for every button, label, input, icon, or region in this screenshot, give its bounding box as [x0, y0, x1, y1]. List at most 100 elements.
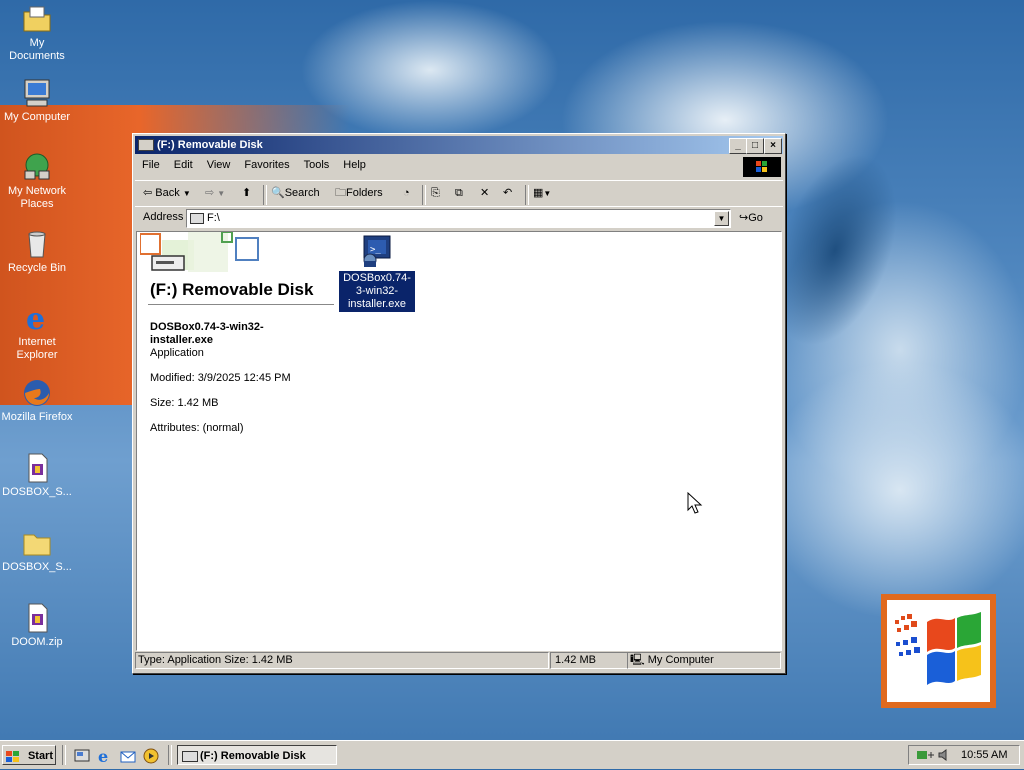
folders-icon: 🗀 [335, 187, 346, 199]
show-desktop-icon[interactable] [74, 748, 90, 764]
desktop-icon-label: Internet Explorer [16, 336, 58, 361]
toolbar-separator [422, 185, 426, 205]
desktop-icon-label: My Documents [9, 37, 65, 62]
start-button[interactable]: Start [2, 745, 56, 765]
views-button[interactable]: ▦▼ [533, 185, 551, 201]
menu-help[interactable]: Help [336, 156, 373, 174]
desktop-icon-label: DOSBOX_S... [2, 561, 72, 573]
status-details: Type: Application Size: 1.42 MB [135, 652, 549, 669]
webview-banner: (F:) Removable Disk [139, 231, 334, 305]
move-to-icon[interactable]: ⎘ [431, 185, 440, 201]
status-bar: Type: Application Size: 1.42 MB 1.42 MB … [135, 652, 783, 669]
desktop-icon-label: Mozilla Firefox [1, 411, 73, 423]
outlook-express-icon[interactable] [120, 748, 136, 764]
toolbar-separator [525, 185, 529, 205]
drive-icon [182, 751, 198, 762]
windows-flag-icon [895, 612, 981, 685]
back-arrow-icon: ⇦ [143, 187, 153, 199]
search-button[interactable]: 🔍Search [271, 185, 320, 201]
go-arrow-icon: ↪ [739, 212, 749, 224]
window-title: (F:) Removable Disk [157, 139, 263, 151]
selected-file-attributes: Attributes: (normal) [150, 422, 244, 434]
taskbar-button-removable-disk[interactable]: (F:) Removable Disk [177, 745, 337, 765]
minimize-button[interactable]: _ [729, 138, 747, 154]
taskbar-separator [62, 745, 66, 765]
wallpaper-cloud [760, 360, 1024, 620]
go-button[interactable]: ↪Go [739, 211, 763, 224]
go-label: Go [748, 212, 763, 224]
desktop-icon-my-computer[interactable]: My Computer [0, 77, 74, 124]
desktop-icon-dosbox-archive[interactable]: DOSBOX_S... [0, 452, 74, 499]
banner-title: (F:) Removable Disk [150, 280, 314, 299]
folder-icon [21, 527, 53, 559]
file-item-label: DOSBox0.74-3-win32-installer.exe [339, 271, 415, 312]
taskbar-separator [168, 745, 172, 765]
desktop-icon-my-documents[interactable]: My Documents [0, 3, 74, 63]
drive-icon [138, 139, 154, 151]
standard-toolbar: ⇦ Back ▼ ⇨ ▼ ⬆ 🔍Search 🗀Folders ◔ ⎘ ⧉ ✕ … [135, 180, 783, 205]
banner-divider [148, 304, 334, 305]
menu-bar: File Edit View Favorites Tools Help [135, 156, 783, 178]
banner-graphic [139, 231, 259, 272]
close-button[interactable]: × [764, 138, 782, 154]
desktop-icon-mozilla-firefox[interactable]: Mozilla Firefox [0, 377, 74, 424]
svg-text:e: e [26, 302, 45, 334]
menu-favorites[interactable]: Favorites [237, 156, 296, 174]
folder-documents-icon [21, 3, 53, 35]
menu-edit[interactable]: Edit [167, 156, 200, 174]
status-size: 1.42 MB [550, 652, 628, 669]
delete-icon[interactable]: ✕ [480, 185, 489, 201]
forward-button[interactable]: ⇨ ▼ [205, 185, 225, 201]
menu-file[interactable]: File [135, 156, 167, 174]
selected-file-size: Size: 1.42 MB [150, 397, 219, 409]
chevron-down-icon: ▼ [182, 189, 191, 198]
search-label: Search [284, 187, 320, 199]
explorer-window: (F:) Removable Disk _ □ × File Edit View Fa… [132, 133, 786, 674]
folder-view[interactable]: (F:) Removable Disk DOSBox0.74-3-win32-i… [136, 231, 782, 651]
menu-tools[interactable]: Tools [297, 156, 337, 174]
address-input[interactable]: F:\ ▼ [186, 209, 731, 228]
address-dropdown-button[interactable]: ▼ [714, 211, 729, 226]
computer-icon [21, 77, 53, 109]
desktop-icon-internet-explorer[interactable]: e Internet Explorer [0, 302, 74, 362]
history-icon[interactable]: ◔ [403, 185, 410, 201]
file-item-dosbox-installer[interactable]: >_ DOSBox0.74-3-win32-installer.exe [339, 234, 415, 312]
search-icon: 🔍 [271, 187, 285, 199]
media-player-icon[interactable] [143, 748, 159, 764]
mouse-pointer-icon [687, 492, 703, 514]
winzip-file-icon [21, 602, 53, 634]
desktop-icon-label: DOOM.zip [11, 636, 63, 648]
menu-view[interactable]: View [200, 156, 238, 174]
internet-explorer-icon[interactable]: e [97, 747, 113, 766]
desktop-icon-doom-zip[interactable]: DOOM.zip [0, 602, 74, 649]
selection-details: DOSBox0.74-3-win32-installer.exe Applica… [150, 321, 300, 447]
installer-exe-icon: >_ [363, 235, 391, 267]
status-zone: 🖳 My Computer [627, 652, 781, 669]
speaker-icon[interactable] [937, 748, 951, 765]
status-zone-label: My Computer [647, 654, 714, 666]
desktop-icon-my-network-places[interactable]: My Network Places [0, 151, 74, 211]
clock[interactable]: 10:55 AM [961, 749, 1007, 761]
start-label: Start [27, 750, 53, 762]
svg-text:>_: >_ [370, 245, 381, 255]
system-tray: 10:55 AM [908, 745, 1020, 765]
back-button[interactable]: ⇦ Back ▼ [143, 185, 191, 201]
taskbar-button-label: (F:) Removable Disk [200, 750, 306, 762]
toolbar-separator [263, 185, 267, 205]
desktop-icon-label: Recycle Bin [7, 262, 67, 274]
undo-icon[interactable]: ↶ [503, 185, 512, 201]
copy-to-icon[interactable]: ⧉ [455, 185, 463, 201]
up-folder-icon[interactable]: ⬆ [242, 185, 251, 201]
desktop-icon-dosbox-folder[interactable]: DOSBOX_S... [0, 527, 74, 574]
network-globe-icon [21, 151, 53, 183]
title-bar[interactable]: (F:) Removable Disk _ □ × [135, 136, 783, 154]
desktop-icon-label: My Network Places [7, 185, 67, 210]
desktop-icon-recycle-bin[interactable]: Recycle Bin [0, 228, 74, 275]
address-bar: Address F:\ ▼ ↪Go [135, 206, 783, 229]
address-value: F:\ [207, 212, 220, 224]
folders-label: Folders [346, 187, 383, 199]
selected-file-type: Application [150, 347, 204, 359]
folders-button[interactable]: 🗀Folders [335, 185, 383, 201]
safely-remove-hardware-icon[interactable] [915, 748, 935, 765]
maximize-button[interactable]: □ [746, 138, 764, 154]
